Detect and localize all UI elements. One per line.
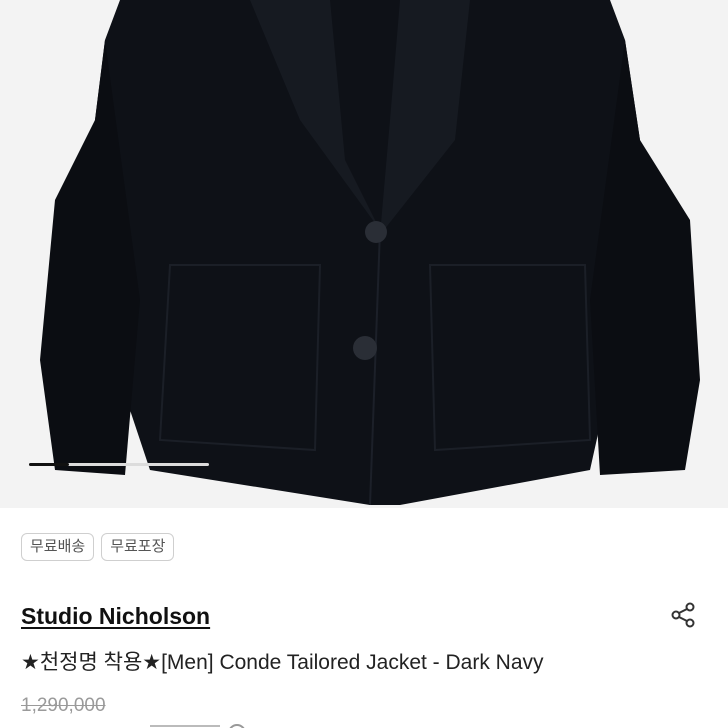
jacket-image	[40, 0, 700, 506]
info-icon[interactable]	[228, 724, 245, 728]
original-price: 1,290,000	[21, 695, 106, 716]
tag-list: 무료배송 무료포장	[21, 533, 175, 561]
price-row-partial	[150, 722, 245, 728]
brand-link[interactable]: Studio Nicholson	[21, 603, 210, 630]
product-image-carousel[interactable]	[0, 0, 728, 508]
free-wrapping-badge: 무료포장	[101, 533, 175, 561]
carousel-progress-fill	[29, 463, 69, 466]
carousel-progress	[29, 463, 209, 466]
product-title: ★천정명 착용★[Men] Conde Tailored Jacket - Da…	[21, 651, 544, 674]
share-icon[interactable]	[668, 600, 698, 630]
free-shipping-badge: 무료배송	[21, 533, 95, 561]
